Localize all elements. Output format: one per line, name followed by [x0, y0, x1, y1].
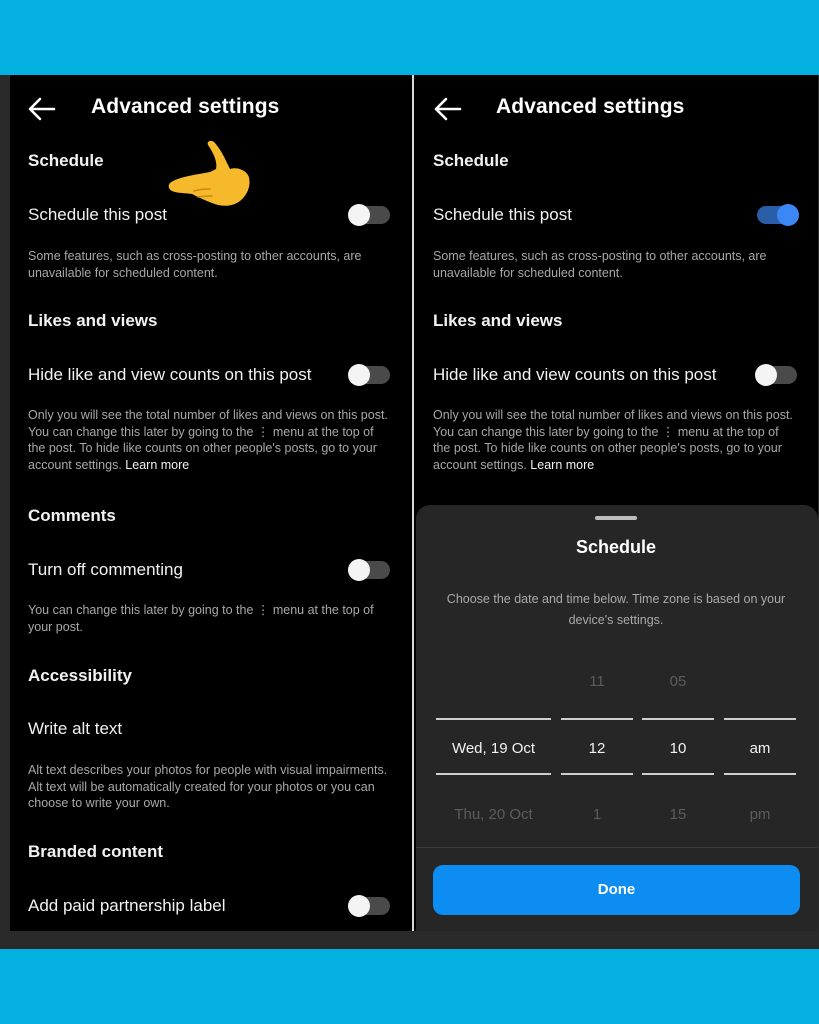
hide-likes-label: Hide like and view counts on this post: [28, 365, 312, 384]
section-heading-branded: Branded content: [28, 842, 164, 861]
schedule-post-toggle[interactable]: [348, 204, 390, 226]
picker-line-top-hour: [561, 718, 633, 720]
picker-line-top-date: [436, 718, 551, 720]
turn-off-commenting-toggle[interactable]: [348, 559, 390, 581]
hide-likes-toggle[interactable]: [348, 364, 390, 386]
turn-off-commenting-label: Turn off commenting: [28, 560, 183, 579]
schedule-post-label: Schedule this post: [28, 205, 167, 224]
date-option-selected[interactable]: Wed, 19 Oct: [436, 740, 551, 757]
learn-more-link[interactable]: Learn more: [530, 458, 594, 472]
picker-line-bottom-ampm: [724, 773, 796, 775]
likes-description: Only you will see the total number of li…: [433, 407, 798, 473]
page-title: Advanced settings: [91, 95, 280, 118]
section-heading-comments: Comments: [28, 506, 116, 525]
toggle-knob: [777, 204, 799, 226]
write-alt-text-row[interactable]: Write alt text: [28, 719, 122, 739]
picker-line-bottom-hour: [561, 773, 633, 775]
done-button[interactable]: Done: [433, 865, 800, 915]
section-heading-likes: Likes and views: [433, 311, 563, 330]
sheet-description: Choose the date and time below. Time zon…: [446, 592, 786, 627]
picker-line-top-ampm: [724, 718, 796, 720]
section-heading-schedule: Schedule: [433, 151, 509, 170]
picker-line-bottom-minute: [642, 773, 714, 775]
paid-partnership-label: Add paid partnership label: [28, 896, 226, 915]
learn-more-link[interactable]: Learn more: [125, 458, 189, 472]
hide-likes-label: Hide like and view counts on this post: [433, 365, 717, 384]
ampm-option-selected[interactable]: am: [724, 740, 796, 757]
hide-likes-toggle[interactable]: [755, 364, 797, 386]
likes-description-text: Only you will see the total number of li…: [28, 408, 388, 472]
picker-line-top-minute: [642, 718, 714, 720]
section-heading-likes: Likes and views: [28, 311, 158, 330]
paid-partnership-toggle[interactable]: [348, 895, 390, 917]
back-arrow-icon[interactable]: [432, 95, 462, 123]
date-option-next[interactable]: Thu, 20 Oct: [436, 806, 551, 823]
schedule-bottom-sheet: Schedule Choose the date and time below.…: [416, 505, 818, 931]
minute-option-selected[interactable]: 10: [642, 740, 714, 757]
hour-option-prev[interactable]: 11: [561, 673, 633, 690]
minute-option-next[interactable]: 15: [642, 806, 714, 823]
screenshot-frame: Advanced settings Schedule Schedule this…: [0, 75, 819, 949]
sheet-title: Schedule: [575, 537, 657, 557]
sheet-drag-handle[interactable]: [595, 516, 637, 520]
sheet-separator: [416, 847, 818, 848]
section-heading-accessibility: Accessibility: [28, 666, 132, 685]
toggle-knob: [348, 364, 370, 386]
hour-option-selected[interactable]: 12: [561, 740, 633, 757]
schedule-post-label: Schedule this post: [433, 205, 572, 224]
page-title: Advanced settings: [496, 95, 685, 118]
hour-option-next[interactable]: 1: [561, 806, 633, 823]
back-arrow-icon[interactable]: [26, 95, 56, 123]
minute-option-prev[interactable]: 05: [642, 673, 714, 690]
left-screen: Advanced settings Schedule Schedule this…: [10, 75, 410, 931]
schedule-description: Some features, such as cross-posting to …: [28, 249, 362, 280]
section-heading-schedule: Schedule: [28, 151, 104, 170]
pointing-hand-icon: [168, 140, 250, 206]
toggle-knob: [348, 204, 370, 226]
schedule-post-toggle[interactable]: [757, 204, 799, 226]
right-screen: Advanced settings Schedule Schedule this…: [416, 75, 818, 931]
schedule-description: Some features, such as cross-posting to …: [433, 249, 767, 280]
picker-line-bottom-date: [436, 773, 551, 775]
toggle-knob: [348, 895, 370, 917]
alt-text-description: Alt text describes your photos for peopl…: [28, 763, 388, 810]
comments-description: You can change this later by going to th…: [28, 603, 374, 634]
ampm-option-next[interactable]: pm: [724, 806, 796, 823]
likes-description: Only you will see the total number of li…: [28, 407, 393, 473]
toggle-knob: [755, 364, 777, 386]
likes-description-text: Only you will see the total number of li…: [433, 408, 793, 472]
toggle-knob: [348, 559, 370, 581]
